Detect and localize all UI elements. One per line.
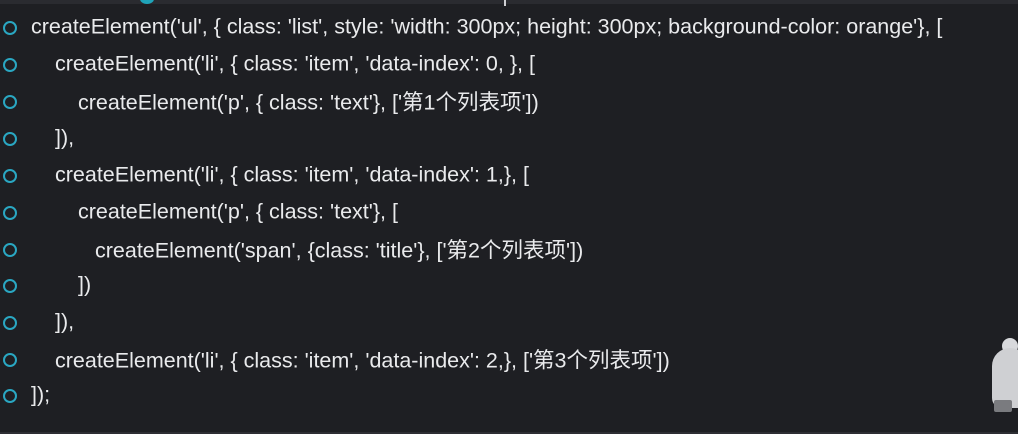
circle-outline-icon[interactable] — [3, 243, 17, 257]
circle-outline-icon[interactable] — [3, 389, 17, 403]
code-line[interactable]: ]), — [0, 121, 1000, 157]
code-editor[interactable]: createElement('ul', { class: 'list', sty… — [0, 0, 1018, 434]
circle-outline-icon[interactable] — [3, 95, 17, 109]
code-text: createElement('li', { class: 'item', 'da… — [55, 51, 535, 76]
code-line[interactable]: ]) — [0, 268, 1000, 304]
circle-outline-icon[interactable] — [3, 58, 17, 72]
mascot-badge — [994, 400, 1012, 412]
code-line[interactable]: createElement('li', { class: 'item', 'da… — [0, 47, 1000, 83]
code-text: createElement('p', { class: 'text'}, [ — [78, 199, 398, 224]
circle-outline-icon[interactable] — [3, 169, 17, 183]
code-text: ]), — [55, 125, 75, 150]
circle-outline-icon[interactable] — [3, 316, 17, 330]
code-line[interactable]: createElement('span', {class: 'title'}, … — [0, 232, 1000, 268]
code-line[interactable]: createElement('p', { class: 'text'}, ['第… — [0, 84, 1000, 120]
code-text: ]); — [31, 382, 51, 407]
code-line[interactable]: createElement('ul', { class: 'list', sty… — [0, 10, 1000, 46]
code-line[interactable]: ]); — [0, 378, 1000, 414]
text-caret — [504, 0, 506, 6]
code-text: createElement('span', {class: 'title'}, … — [95, 238, 584, 263]
circle-outline-icon[interactable] — [3, 279, 17, 293]
code-line[interactable]: createElement('li', { class: 'item', 'da… — [0, 342, 1000, 378]
code-text: createElement('p', { class: 'text'}, ['第… — [78, 90, 539, 115]
code-text: createElement('ul', { class: 'list', sty… — [31, 14, 943, 39]
mascot-body — [992, 348, 1018, 408]
circle-outline-icon[interactable] — [3, 206, 17, 220]
code-line[interactable]: createElement('li', { class: 'item', 'da… — [0, 158, 1000, 194]
code-text: createElement('li', { class: 'item', 'da… — [55, 348, 670, 373]
mascot-icon — [990, 338, 1018, 418]
code-text: ]) — [78, 272, 92, 297]
code-line[interactable]: ]), — [0, 305, 1000, 341]
code-text: createElement('li', { class: 'item', 'da… — [55, 162, 529, 187]
code-text: ]), — [55, 309, 75, 334]
circle-outline-icon[interactable] — [3, 132, 17, 146]
circle-outline-icon[interactable] — [3, 353, 17, 367]
code-line[interactable]: createElement('p', { class: 'text'}, [ — [0, 195, 1000, 231]
circle-outline-icon[interactable] — [3, 21, 17, 35]
